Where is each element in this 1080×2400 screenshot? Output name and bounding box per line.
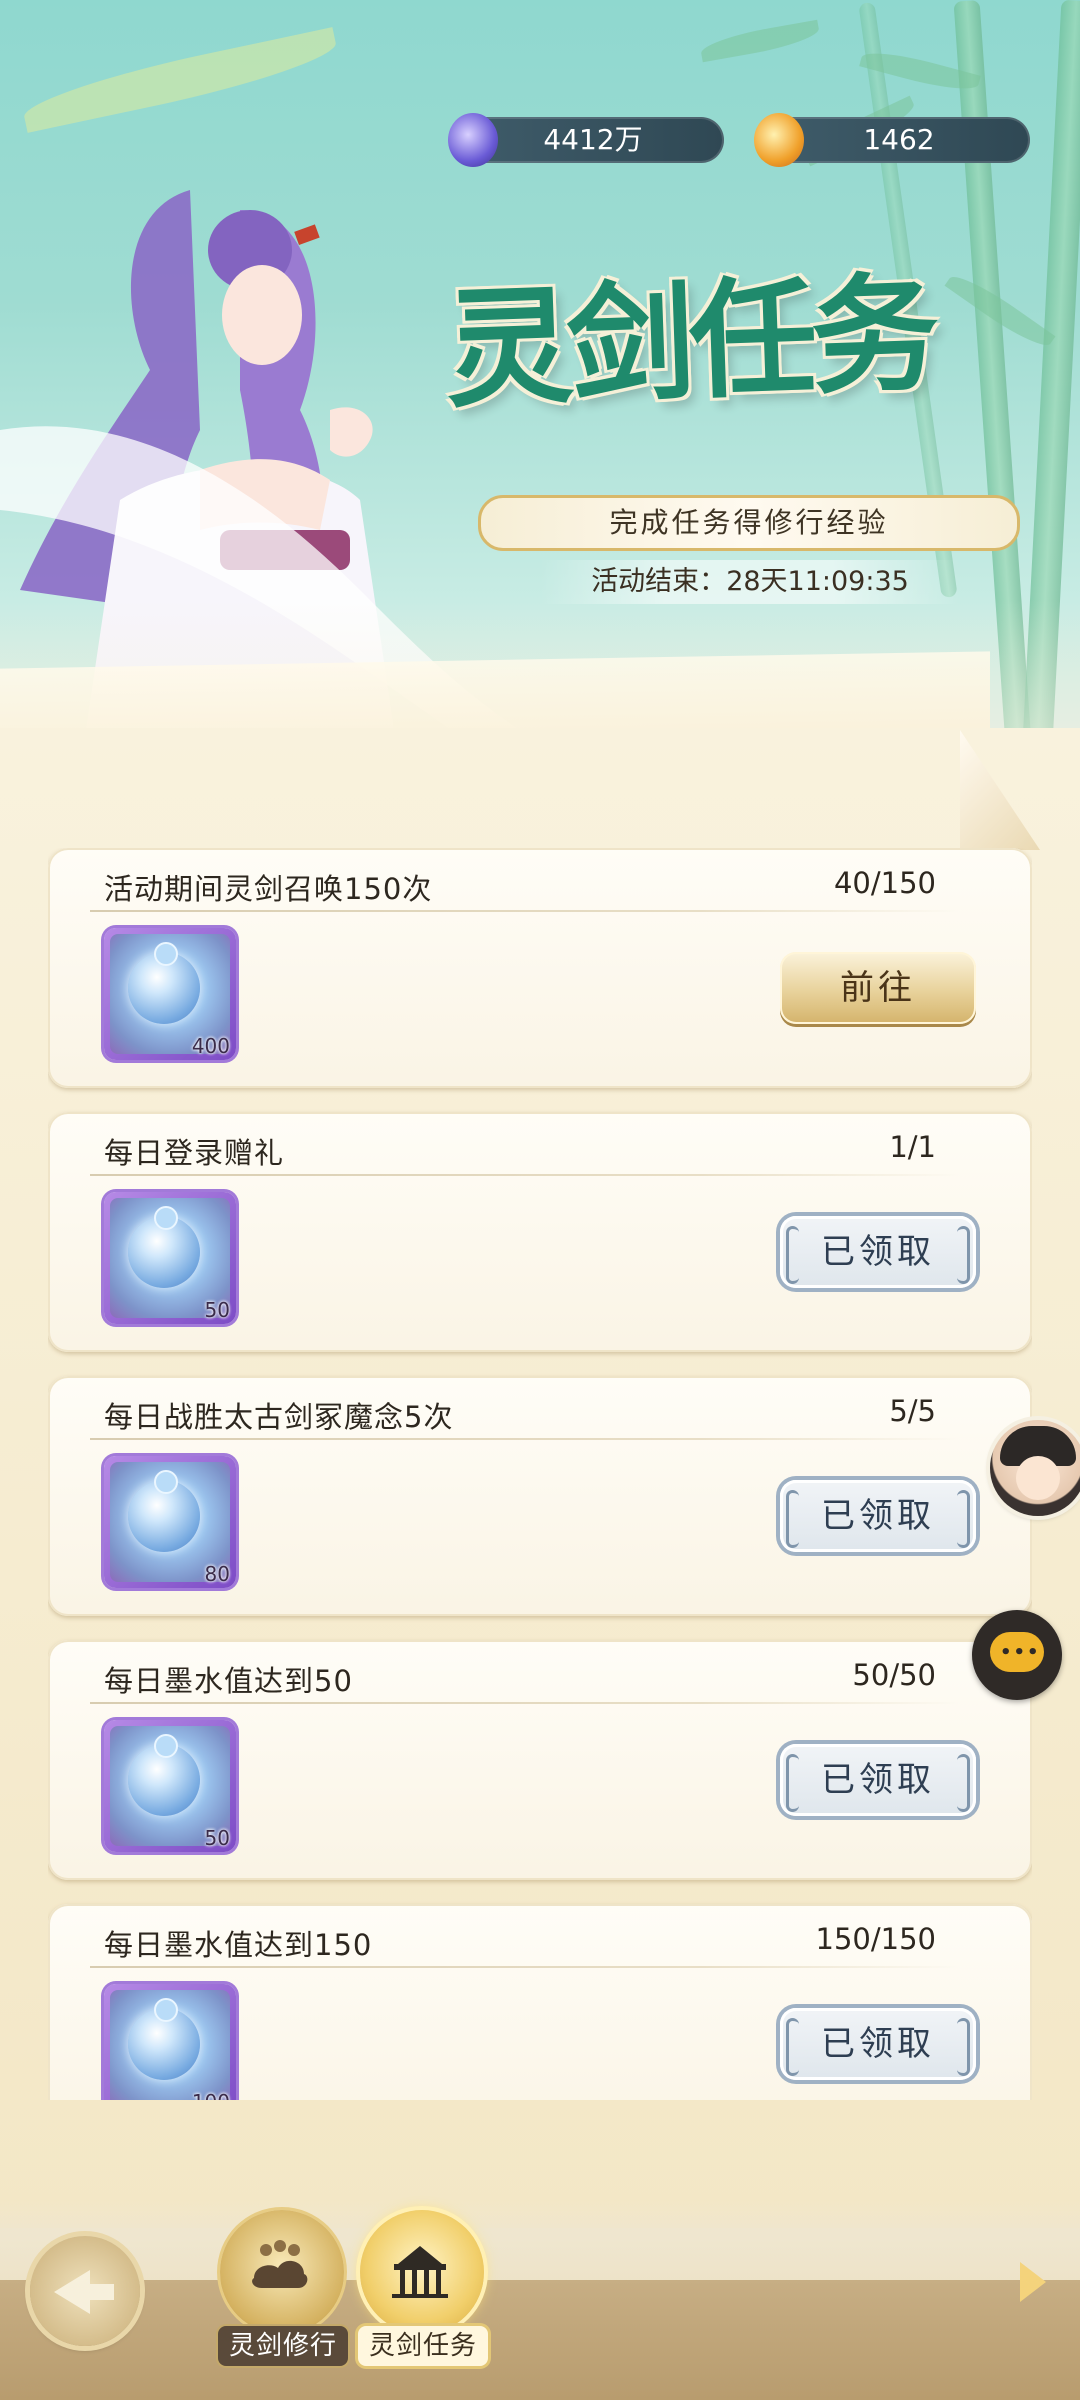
next-arrow-icon[interactable]	[1020, 2262, 1046, 2302]
reward-count: 400	[191, 1034, 230, 1058]
tab-sword-cultivation[interactable]: 灵剑修行	[218, 2210, 348, 2370]
reward-count: 80	[204, 1562, 230, 1586]
exp-pouch-icon	[128, 1470, 200, 1552]
claimed-button[interactable]: 已领取	[780, 1480, 976, 1552]
task-name: 每日墨水值达到50	[104, 1664, 353, 1698]
exp-pouch-icon	[128, 1998, 200, 2080]
tab-sword-cultivation-label: 灵剑修行	[218, 2326, 348, 2366]
currency-flame[interactable]: 1462	[754, 113, 1030, 167]
task-card: 每日墨水值达到50 50/50 50 已领取	[48, 1640, 1032, 1880]
currency-flame-value: 1462	[863, 123, 935, 156]
claimed-button[interactable]: 已领取	[780, 1216, 976, 1288]
divider	[90, 1174, 960, 1176]
pavilion-icon	[392, 2246, 448, 2298]
back-arrow-icon	[54, 2270, 90, 2314]
reward-count: 50	[204, 1298, 230, 1322]
currency-jade-value: 4412万	[543, 123, 643, 156]
task-list[interactable]: 活动期间灵剑召唤150次 40/150 400 前往 每日登录赠礼 1/1 50…	[48, 848, 1032, 2100]
tab-sword-tasks[interactable]: 灵剑任务	[358, 2210, 488, 2370]
reward-count: 100	[192, 2090, 230, 2100]
reward-item[interactable]: 100	[104, 1984, 236, 2100]
companion-avatar-button[interactable]	[990, 1420, 1080, 1516]
back-button[interactable]	[30, 2236, 140, 2346]
divider	[90, 1966, 960, 1968]
task-card: 每日墨水值达到150 150/150 100 已领取	[48, 1904, 1032, 2100]
task-card: 每日战胜太古剑冢魔念5次 5/5 80 已领取	[48, 1376, 1032, 1616]
task-progress: 50/50	[852, 1658, 936, 1692]
jade-coin-icon	[448, 113, 498, 167]
exp-pouch-icon	[128, 942, 200, 1024]
chat-dots-icon: •••	[1000, 1642, 1041, 1663]
reward-count: 50	[204, 1826, 230, 1850]
reward-item[interactable]: 80	[104, 1456, 236, 1588]
reward-item[interactable]: 50	[104, 1720, 236, 1852]
task-progress: 40/150	[833, 866, 936, 900]
goto-button[interactable]: 前往	[780, 952, 976, 1024]
task-progress: 5/5	[889, 1394, 936, 1428]
tab-sword-tasks-label: 灵剑任务	[358, 2326, 488, 2366]
back-arrow-tail	[86, 2284, 114, 2300]
event-title: 灵剑任务	[442, 258, 936, 426]
event-screen: 4412万 1462 灵剑任务 完成任务得修行经验 活动结束：28天11:09:…	[0, 0, 1080, 2400]
divider	[90, 910, 960, 912]
flame-orb-icon	[754, 113, 804, 167]
claimed-button[interactable]: 已领取	[780, 2008, 976, 2080]
task-card: 活动期间灵剑召唤150次 40/150 400 前往	[48, 848, 1032, 1088]
task-name: 每日战胜太古剑冢魔念5次	[104, 1400, 454, 1434]
reward-item[interactable]: 50	[104, 1192, 236, 1324]
timer-label: 活动结束：	[591, 566, 727, 597]
chat-button[interactable]: •••	[972, 1610, 1062, 1700]
event-subtitle: 完成任务得修行经验	[478, 495, 1020, 551]
exp-pouch-icon	[128, 1734, 200, 1816]
task-name: 每日墨水值达到150	[104, 1928, 373, 1962]
divider	[90, 1438, 960, 1440]
task-card: 每日登录赠礼 1/1 50 已领取	[48, 1112, 1032, 1352]
task-name: 每日登录赠礼	[104, 1136, 285, 1170]
avatar-face	[1016, 1456, 1060, 1500]
timer-value: 28天11:09:35	[726, 566, 909, 597]
currency-jade[interactable]: 4412万	[448, 113, 724, 167]
reward-item[interactable]: 400	[104, 928, 236, 1060]
event-timer: 活动结束：28天11:09:35	[540, 560, 960, 604]
claimed-button[interactable]: 已领取	[780, 1744, 976, 1816]
divider	[90, 1702, 960, 1704]
bottom-nav-bar	[0, 2280, 1080, 2400]
task-progress: 150/150	[815, 1922, 936, 1956]
cloud-sword-icon	[252, 2240, 308, 2288]
exp-pouch-icon	[128, 1206, 200, 1288]
task-name: 活动期间灵剑召唤150次	[104, 872, 433, 906]
task-progress: 1/1	[889, 1130, 936, 1164]
